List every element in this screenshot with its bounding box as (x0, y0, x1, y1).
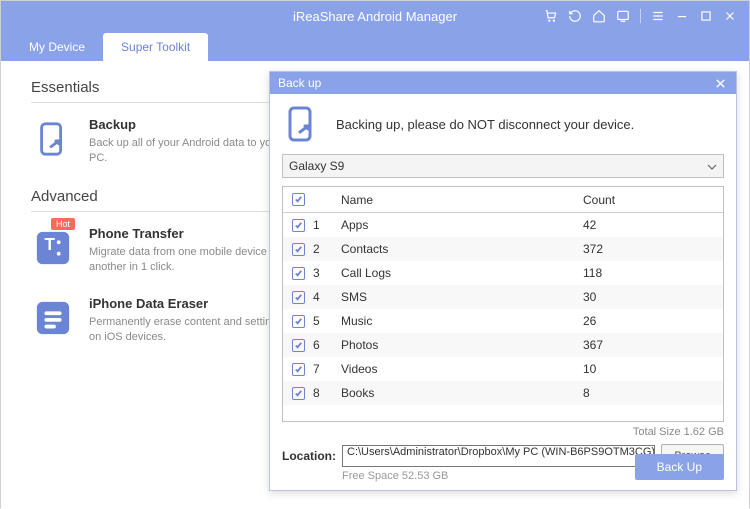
location-input[interactable]: C:\Users\Administrator\Dropbox\My PC (WI… (342, 445, 655, 467)
row-checkbox[interactable] (292, 219, 305, 232)
feature-desc: Permanently erase content and settings o… (89, 315, 291, 345)
table-row: 5Music26 (283, 309, 723, 333)
feedback-icon[interactable] (612, 5, 634, 27)
row-count: 118 (583, 266, 723, 280)
feature-backup[interactable]: Backup Back up all of your Android data … (31, 117, 291, 166)
total-size: Total Size 1.62 GB (282, 426, 724, 438)
tab-super-toolkit[interactable]: Super Toolkit (103, 33, 208, 61)
row-count: 26 (583, 314, 723, 328)
row-name: SMS (337, 290, 583, 304)
row-count: 30 (583, 290, 723, 304)
header-name: Name (337, 193, 583, 207)
backup-large-icon (282, 104, 322, 144)
row-checkbox[interactable] (292, 315, 305, 328)
backup-dialog: Back up Backing up, please do NOT discon… (269, 71, 737, 491)
row-name: Books (337, 386, 583, 400)
dialog-title: Back up (278, 76, 321, 90)
dialog-message: Backing up, please do NOT disconnect you… (336, 117, 634, 132)
table-row: 2Contacts372 (283, 237, 723, 261)
row-index: 2 (313, 242, 337, 256)
row-count: 42 (583, 218, 723, 232)
table-row: 6Photos367 (283, 333, 723, 357)
phone-transfer-icon: Hot T (31, 226, 75, 270)
main-tabs: My Device Super Toolkit (1, 31, 749, 61)
device-select-value: Galaxy S9 (289, 159, 344, 173)
row-count: 8 (583, 386, 723, 400)
row-index: 6 (313, 338, 337, 352)
titlebar-controls (540, 5, 741, 27)
row-name: Contacts (337, 242, 583, 256)
close-icon[interactable] (719, 5, 741, 27)
home-icon[interactable] (588, 5, 610, 27)
dialog-close-icon[interactable] (712, 75, 728, 91)
backup-icon (31, 117, 75, 161)
feature-title: iPhone Data Eraser (89, 296, 291, 311)
app-title: iReaShare Android Manager (293, 9, 457, 24)
iphone-eraser-icon (31, 296, 75, 340)
table-row: 4SMS30 (283, 285, 723, 309)
table-row: 8Books8 (283, 381, 723, 405)
feature-desc: Migrate data from one mobile device to a… (89, 245, 291, 275)
backup-items-table: Name Count 1Apps422Contacts3723Call Logs… (282, 186, 724, 422)
row-checkbox[interactable] (292, 267, 305, 280)
feature-phone-transfer[interactable]: Hot T Phone Transfer Migrate data from o… (31, 226, 291, 275)
feature-iphone-eraser[interactable]: iPhone Data Eraser Permanently erase con… (31, 296, 291, 345)
row-checkbox[interactable] (292, 339, 305, 352)
select-all-checkbox[interactable] (292, 193, 305, 206)
maximize-icon[interactable] (695, 5, 717, 27)
row-checkbox[interactable] (292, 291, 305, 304)
row-count: 367 (583, 338, 723, 352)
feature-title: Phone Transfer (89, 226, 291, 241)
table-row: 1Apps42 (283, 213, 723, 237)
row-index: 5 (313, 314, 337, 328)
row-name: Videos (337, 362, 583, 376)
cart-icon[interactable] (540, 5, 562, 27)
backup-button[interactable]: Back Up (635, 454, 724, 480)
row-checkbox[interactable] (292, 363, 305, 376)
row-index: 1 (313, 218, 337, 232)
menu-icon[interactable] (647, 5, 669, 27)
row-index: 4 (313, 290, 337, 304)
header-count: Count (583, 193, 723, 207)
table-row: 3Call Logs118 (283, 261, 723, 285)
feature-desc: Back up all of your Android data to your… (89, 136, 291, 166)
window-titlebar: iReaShare Android Manager (1, 1, 749, 31)
row-name: Call Logs (337, 266, 583, 280)
feature-title: Backup (89, 117, 291, 132)
row-count: 10 (583, 362, 723, 376)
dialog-titlebar: Back up (270, 72, 736, 94)
row-index: 3 (313, 266, 337, 280)
minimize-icon[interactable] (671, 5, 693, 27)
row-index: 8 (313, 386, 337, 400)
row-count: 372 (583, 242, 723, 256)
chevron-down-icon (707, 159, 717, 173)
tab-my-device[interactable]: My Device (11, 33, 103, 61)
dialog-banner: Backing up, please do NOT disconnect you… (282, 104, 724, 144)
row-name: Photos (337, 338, 583, 352)
svg-text:T: T (44, 235, 55, 254)
hot-badge: Hot (51, 218, 75, 230)
device-select[interactable]: Galaxy S9 (282, 154, 724, 178)
table-row: 7Videos10 (283, 357, 723, 381)
refresh-icon[interactable] (564, 5, 586, 27)
separator (640, 9, 641, 23)
row-checkbox[interactable] (292, 243, 305, 256)
location-label: Location: (282, 449, 336, 463)
table-header: Name Count (283, 187, 723, 213)
row-name: Apps (337, 218, 583, 232)
row-name: Music (337, 314, 583, 328)
row-checkbox[interactable] (292, 387, 305, 400)
row-index: 7 (313, 362, 337, 376)
